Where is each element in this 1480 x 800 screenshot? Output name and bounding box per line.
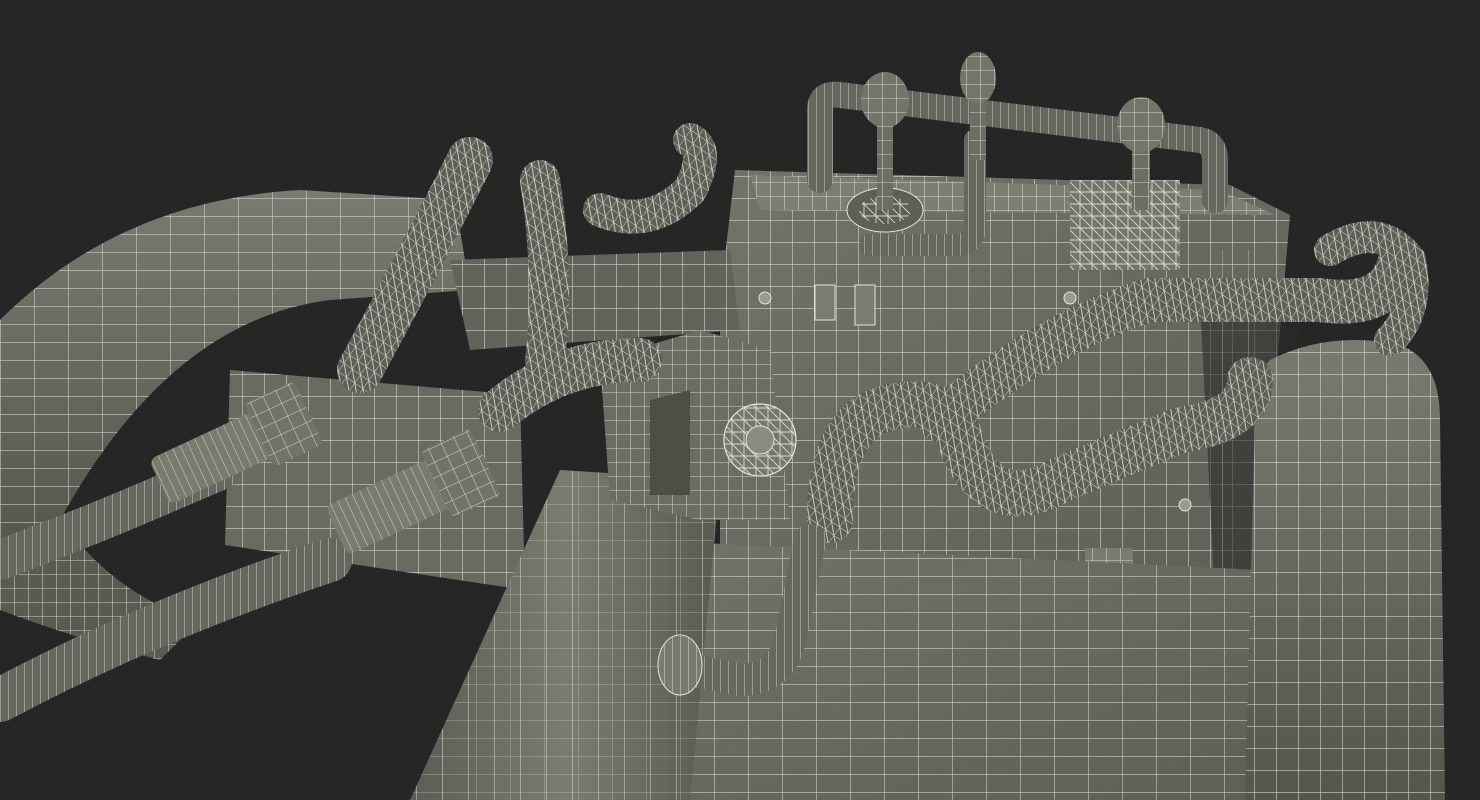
bolt-head bbox=[1178, 498, 1192, 512]
elbow-fitting bbox=[657, 634, 703, 696]
right-fender bbox=[1245, 340, 1445, 800]
bolt-head bbox=[1063, 291, 1077, 305]
3d-viewport bbox=[0, 0, 1480, 800]
bolt-head bbox=[758, 291, 772, 305]
